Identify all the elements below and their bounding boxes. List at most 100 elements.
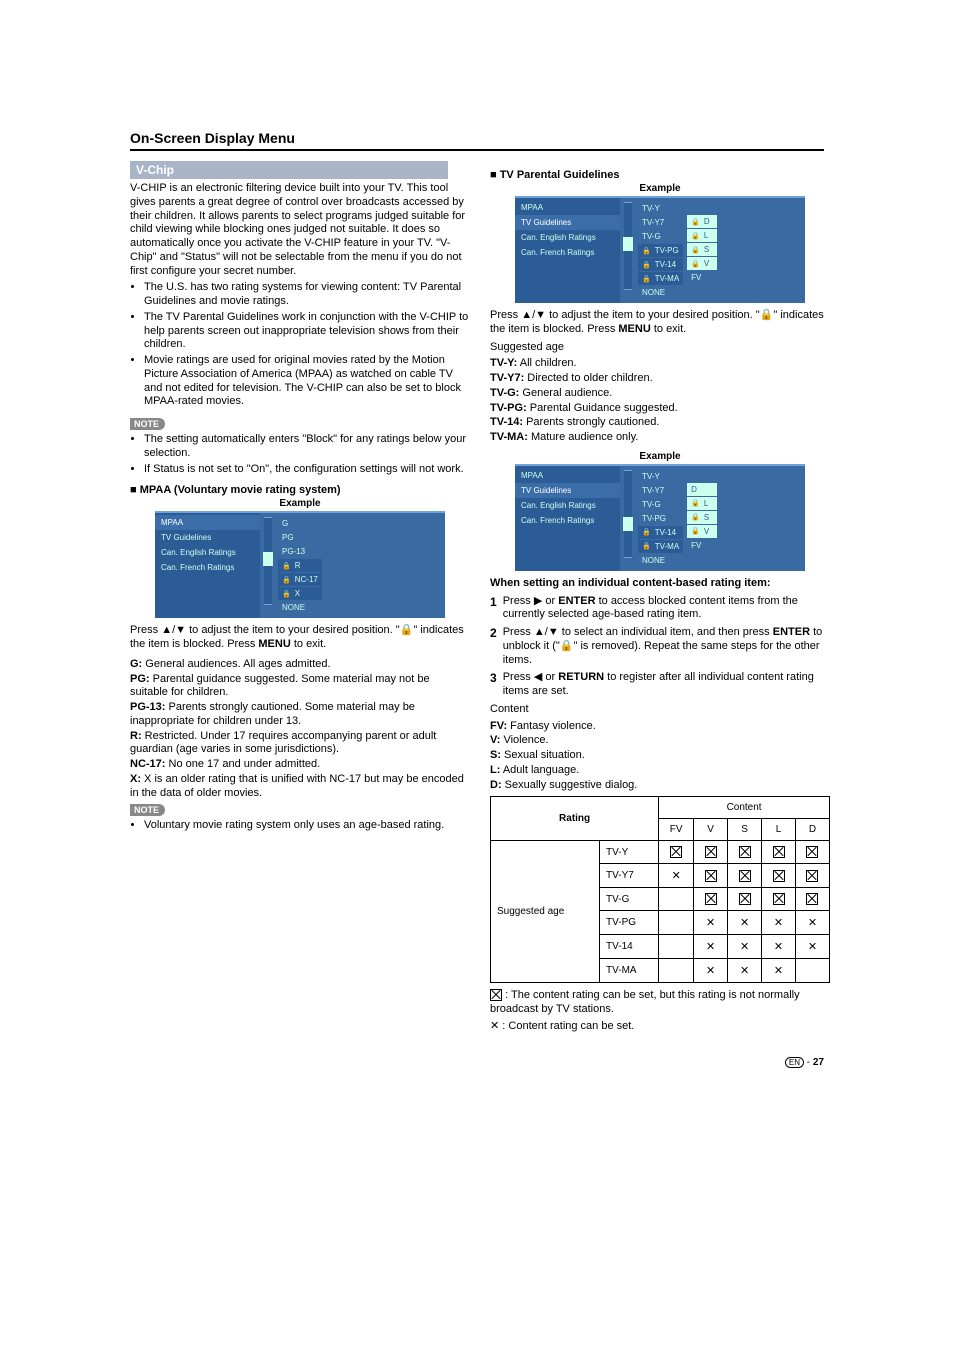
table-cell — [795, 888, 829, 911]
page-footer: EN - 27 — [130, 1057, 824, 1068]
table-cell — [762, 841, 796, 864]
divider — [130, 149, 824, 151]
step: 1Press ▶ or ENTER to access blocked cont… — [490, 595, 830, 623]
table-cell — [728, 864, 762, 888]
osd-menu-item: MPAA — [515, 468, 620, 483]
osd-rating: TV-Y7 — [638, 484, 683, 497]
note-badge: NOTE — [130, 804, 165, 816]
example-label: Example — [490, 183, 830, 194]
osd-menu-item: TV Guidelines — [155, 530, 260, 545]
osd-rating: R — [278, 559, 322, 572]
osd-rating: TV-Y — [638, 202, 683, 215]
osd-menu-item: Can. French Ratings — [155, 560, 260, 575]
table-cell — [694, 864, 728, 888]
table-cell: ✕ — [728, 911, 762, 935]
table-cell: TV-Y7 — [600, 864, 659, 888]
table-cell: ✕ — [659, 864, 694, 888]
rating-def: TV-G: General audience. — [490, 387, 830, 401]
osd-mpaa-example: MPAA TV Guidelines Can. English Ratings … — [155, 511, 445, 618]
rating-def: R: Restricted. Under 17 requires accompa… — [130, 730, 470, 758]
content-badge: S — [687, 243, 717, 256]
content-def: D: Sexually suggestive dialog. — [490, 779, 830, 793]
table-header: Rating — [491, 797, 659, 841]
content-def: V: Violence. — [490, 734, 830, 748]
osd-rating: TV-G — [638, 498, 683, 511]
table-cell — [728, 841, 762, 864]
osd-menu: MPAA TV Guidelines Can. English Ratings … — [515, 198, 620, 303]
table-header: L — [762, 819, 796, 841]
content-badge: D — [687, 483, 717, 496]
table-cell — [728, 888, 762, 911]
table-cell: ✕ — [694, 911, 728, 935]
vchip-notes: The setting automatically enters "Block"… — [130, 433, 470, 476]
content-badge: V — [687, 257, 717, 270]
osd-tvpg-example-1: MPAA TV Guidelines Can. English Ratings … — [515, 196, 805, 303]
table-cell: ✕ — [795, 935, 829, 959]
osd-content: G PG PG-13 R NC-17 X NONE — [260, 513, 445, 618]
vchip-bullets: The U.S. has two rating systems for view… — [130, 281, 470, 409]
rating-def: PG-13: Parents strongly cautioned. Some … — [130, 701, 470, 729]
osd-rating: TV-PG — [638, 244, 683, 257]
crossbox-icon — [490, 989, 502, 1001]
osd-rating: NONE — [278, 601, 322, 614]
osd-menu-item: Can. French Ratings — [515, 245, 620, 260]
page-title: On-Screen Display Menu — [130, 130, 824, 146]
list-item: Movie ratings are used for original movi… — [144, 354, 470, 409]
mpaa-instruction: Press ▲/▼ to adjust the item to your des… — [130, 624, 470, 652]
osd-rating: NONE — [638, 554, 683, 567]
table-cell — [694, 841, 728, 864]
suggested-age-label: Suggested age — [490, 341, 830, 355]
table-cell: ✕ — [694, 959, 728, 983]
table-header: FV — [659, 819, 694, 841]
step: 2Press ▲/▼ to select an individual item,… — [490, 626, 830, 667]
lock-icon: 🔒 — [560, 640, 574, 652]
lang-badge: EN — [785, 1057, 804, 1068]
osd-rating: TV-PG — [638, 512, 683, 525]
slider-icon — [624, 202, 632, 290]
legend-box: : The content rating can be set, but thi… — [490, 989, 830, 1017]
content-badge: FV — [687, 271, 717, 284]
table-cell: ✕ — [762, 911, 796, 935]
slider-icon — [264, 517, 272, 605]
table-cell — [694, 888, 728, 911]
osd-menu-item: Can. English Ratings — [515, 230, 620, 245]
osd-rating: TV-MA — [638, 540, 683, 553]
tvpg-instruction: Press ▲/▼ to adjust the item to your des… — [490, 309, 830, 337]
table-header: V — [694, 819, 728, 841]
list-item: If Status is not set to "On", the config… — [144, 463, 470, 477]
osd-tvpg-example-2: MPAA TV Guidelines Can. English Ratings … — [515, 464, 805, 571]
table-cell — [762, 864, 796, 888]
table-cell: TV-Y — [600, 841, 659, 864]
osd-rating: TV-G — [638, 230, 683, 243]
table-header: Content — [659, 797, 830, 819]
osd-rating: TV-14 — [638, 526, 683, 539]
table-cell — [659, 841, 694, 864]
rating-def: NC-17: No one 17 and under admitted. — [130, 758, 470, 772]
rating-def: PG: Parental guidance suggested. Some ma… — [130, 673, 470, 701]
table-row: Suggested ageTV-Y — [491, 841, 830, 864]
left-column: V-Chip V-CHIP is an electronic filtering… — [130, 161, 470, 1037]
table-header: S — [728, 819, 762, 841]
table-header: D — [795, 819, 829, 841]
content-badge: V — [687, 525, 717, 538]
table-cell: ✕ — [762, 935, 796, 959]
example-label: Example — [490, 451, 830, 462]
table-cell: TV-MA — [600, 959, 659, 983]
table-cell — [795, 841, 829, 864]
rating-def: TV-PG: Parental Guidance suggested. — [490, 402, 830, 416]
list-item: The TV Parental Guidelines work in conju… — [144, 311, 470, 352]
table-cell: TV-PG — [600, 911, 659, 935]
table-cell: ✕ — [795, 911, 829, 935]
tvpg-heading: TV Parental Guidelines — [490, 169, 830, 181]
osd-rating: X — [278, 587, 322, 600]
osd-content: TV-Y TV-Y7 TV-G TV-PG TV-14 TV-MA NONE D… — [620, 466, 805, 571]
lock-icon: 🔒 — [400, 624, 414, 636]
table-cell — [762, 888, 796, 911]
osd-menu-item: TV Guidelines — [515, 215, 620, 230]
right-column: TV Parental Guidelines Example MPAA TV G… — [490, 161, 830, 1037]
osd-rating: PG — [278, 531, 322, 544]
content-def: L: Adult language. — [490, 764, 830, 778]
rating-def: X: X is an older rating that is unified … — [130, 773, 470, 801]
mpaa-heading: MPAA (Voluntary movie rating system) — [130, 484, 470, 496]
content-badge: D — [687, 215, 717, 228]
